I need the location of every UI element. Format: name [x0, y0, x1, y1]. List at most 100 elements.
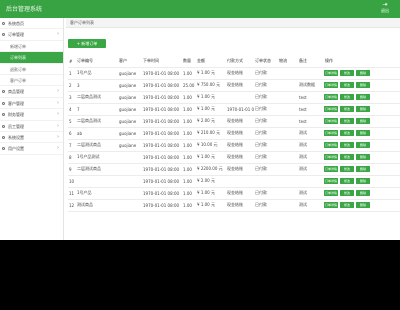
table-row: 3 二层商品测试 guojiane 1970-01-01 08:00 1.00 ¥ 1.0… [68, 91, 400, 104]
edit-button[interactable]: 修改 [340, 166, 354, 172]
edit-button[interactable]: 修改 [340, 178, 354, 184]
table-cell: ab [76, 127, 118, 140]
delete-button[interactable]: 删除 [356, 94, 370, 100]
delete-button[interactable]: 删除 [356, 190, 370, 196]
table-cell: 1970-01-01 08:00 [142, 151, 182, 164]
detail-button[interactable]: 订单详情 [324, 94, 338, 100]
delete-button[interactable]: 删除 [356, 130, 370, 136]
sidebar-item-0[interactable]: 系统首页 [0, 18, 63, 30]
home-icon [2, 22, 5, 25]
delete-button[interactable]: 删除 [356, 106, 370, 112]
table-cell: 二层商品测试 [76, 91, 118, 104]
delete-button[interactable]: 删除 [356, 142, 370, 148]
row-actions: 订单详情 修改 删除 [324, 139, 400, 152]
sidebar-item-1[interactable]: 订单管理 › [0, 29, 63, 41]
sidebar-item-4[interactable]: 退款订单 [0, 64, 63, 75]
table-cell: ¥ 1.00 元 [196, 67, 226, 80]
delete-button[interactable]: 删除 [356, 82, 370, 88]
table-cell: 现金结账 [226, 79, 254, 92]
table-cell: 11 [68, 187, 76, 200]
table-cell: 1.00 [182, 127, 196, 140]
edit-button[interactable]: 修改 [340, 82, 354, 88]
detail-button[interactable]: 订单详情 [324, 130, 338, 136]
detail-button[interactable]: 订单详情 [324, 202, 338, 208]
table-cell: 3 [68, 91, 76, 104]
table-cell: guojiane [118, 115, 142, 128]
edit-button[interactable]: 修改 [340, 154, 354, 160]
table-cell: 1号产品测试 [76, 151, 118, 164]
table-cell: 9 [68, 163, 76, 176]
sidebar-item-3[interactable]: 订单列表 [0, 52, 63, 64]
table-cell: 已付款 [254, 151, 278, 164]
sidebar-item-label: 员工管理 [8, 123, 24, 129]
sidebar-item-label: 订单列表 [10, 55, 26, 61]
edit-button[interactable]: 修改 [340, 142, 354, 148]
detail-button[interactable]: 订单详情 [324, 142, 338, 148]
edit-button[interactable]: 修改 [340, 130, 354, 136]
logout-button[interactable]: ⇥ 退出 [380, 2, 390, 14]
sidebar-item-label: 商品管理 [8, 89, 24, 95]
table-cell: 1.00 [182, 67, 196, 80]
table-cell: 测试 [298, 139, 324, 152]
table-cell [278, 67, 298, 80]
table-cell: 1970-01-01 08:00 [142, 187, 182, 200]
chevron-right-icon: › [57, 122, 59, 129]
table-cell: 现金结账 [226, 151, 254, 164]
delete-button[interactable]: 删除 [356, 70, 370, 76]
menu-icon [2, 147, 5, 151]
edit-button[interactable]: 修改 [340, 190, 354, 196]
edit-button[interactable]: 修改 [340, 106, 354, 112]
table-cell: ¥ 1.00 元 [196, 151, 226, 164]
table-cell [278, 187, 298, 200]
detail-button[interactable]: 订单详情 [324, 82, 338, 88]
sidebar-item-7[interactable]: 客户管理 › [0, 98, 63, 110]
sidebar-item-label: 客户管理 [8, 100, 24, 106]
table-cell: ¥ 10.00 元 [196, 139, 226, 152]
delete-button[interactable]: 删除 [356, 178, 370, 184]
delete-button[interactable]: 删除 [356, 166, 370, 172]
table-cell: ¥ 750.00 元 [196, 79, 226, 92]
menu-icon [2, 113, 5, 117]
table-cell: 7 [76, 103, 118, 116]
chevron-right-icon: › [57, 111, 59, 118]
detail-button[interactable]: 订单详情 [324, 190, 338, 196]
detail-button[interactable]: 订单详情 [324, 70, 338, 76]
table-cell: 二层商品测试 [76, 115, 118, 128]
menu-icon [2, 90, 5, 94]
table-row: 1 1号产品 guojiane 1970-01-01 08:00 1.00 ¥ 1.00 … [68, 67, 400, 80]
add-order-button[interactable]: + 新增订单 [68, 39, 106, 48]
edit-button[interactable]: 修改 [340, 94, 354, 100]
table-cell: test [298, 91, 324, 104]
edit-button[interactable]: 修改 [340, 70, 354, 76]
detail-button[interactable]: 订单详情 [324, 154, 338, 160]
table-cell: ¥ 210.00 元 [196, 127, 226, 140]
delete-button[interactable]: 删除 [356, 202, 370, 208]
logout-icon: ⇥ [382, 1, 388, 8]
delete-button[interactable]: 删除 [356, 154, 370, 160]
bottom-blank-area [0, 240, 400, 310]
sidebar-item-label: 系统设置 [8, 134, 24, 140]
table-cell: 1.00 [182, 175, 196, 188]
sidebar-item-10[interactable]: 系统设置 › [0, 132, 63, 144]
detail-button[interactable]: 订单详情 [324, 166, 338, 172]
table-cell: 现金结账 [226, 199, 254, 212]
delete-button[interactable]: 删除 [356, 118, 370, 124]
table-cell: 已付款 [254, 79, 278, 92]
sidebar-item-9[interactable]: 员工管理 › [0, 121, 63, 132]
sidebar-item-6[interactable]: 商品管理 › [0, 86, 63, 98]
table-cell: 现金结账 [226, 127, 254, 140]
sidebar-nav: 系统首页 订单管理 › 新增订单 订单列表 退款订单 客户订单 商品管理 › 客户管理 › 财务管理 ›… [0, 18, 64, 240]
table-cell [278, 79, 298, 92]
table-cell [298, 67, 324, 80]
detail-button[interactable]: 订单详情 [324, 106, 338, 112]
detail-button[interactable]: 订单详情 [324, 178, 338, 184]
table-cell: 1 [68, 67, 76, 80]
sidebar-item-5[interactable]: 客户订单 [0, 75, 63, 87]
detail-button[interactable]: 订单详情 [324, 118, 338, 124]
edit-button[interactable]: 修改 [340, 202, 354, 208]
sidebar-item-2[interactable]: 新增订单 [0, 41, 63, 53]
edit-button[interactable]: 修改 [340, 118, 354, 124]
table-cell: 1号产品 [76, 67, 118, 80]
sidebar-item-11[interactable]: 用户设置 › [0, 143, 63, 155]
sidebar-item-8[interactable]: 财务管理 › [0, 109, 63, 121]
